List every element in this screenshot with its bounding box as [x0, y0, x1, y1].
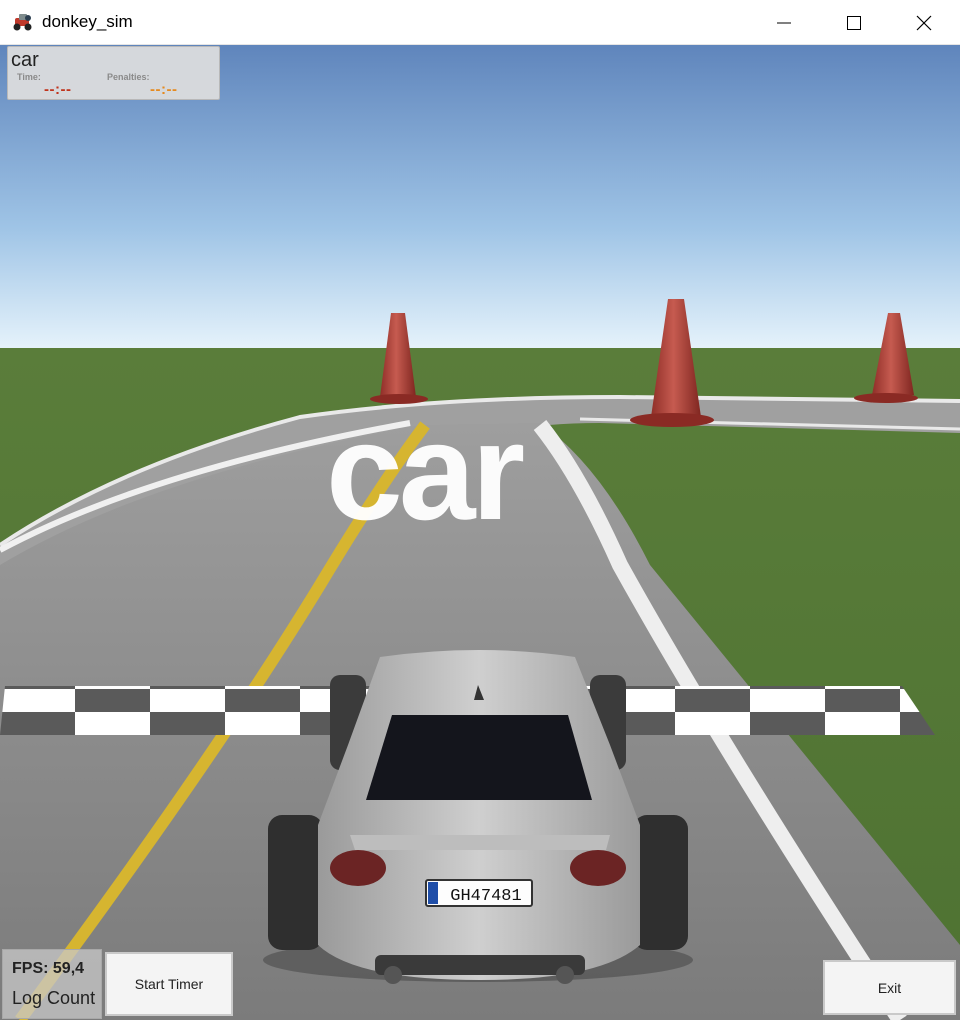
hud-car-name: car	[11, 49, 39, 71]
exit-button[interactable]: Exit	[823, 960, 956, 1015]
start-timer-button[interactable]: Start Timer	[105, 952, 233, 1016]
title-bar: donkey_sim	[0, 0, 960, 45]
log-count-label: Log Count	[12, 988, 96, 1008]
close-icon	[916, 15, 932, 30]
minimize-button[interactable]	[749, 0, 819, 45]
car-name-overlay: car	[326, 395, 525, 549]
window-title: donkey_sim	[42, 12, 133, 31]
game-viewport[interactable]: GH47481 car car Time: Penalties: --:-- -…	[0, 45, 960, 1020]
hud-penalties-label: Penalties:	[107, 72, 150, 82]
fps-readout: FPS: 59,4	[12, 960, 85, 977]
minimize-icon	[777, 22, 791, 23]
maximize-icon	[847, 15, 861, 30]
maximize-button[interactable]	[819, 0, 889, 45]
race-hud: car Time: Penalties: --:-- --:--	[7, 46, 220, 100]
stats-panel: FPS: 59,4 Log Count	[2, 949, 102, 1019]
hud-time-value: --:--	[44, 81, 72, 98]
hud-penalties-value: --:--	[150, 81, 178, 98]
hud-time-label: Time:	[17, 72, 41, 82]
donkey-car-icon	[13, 14, 32, 31]
license-plate-text: GH47481	[450, 887, 521, 906]
close-button[interactable]	[889, 0, 959, 45]
